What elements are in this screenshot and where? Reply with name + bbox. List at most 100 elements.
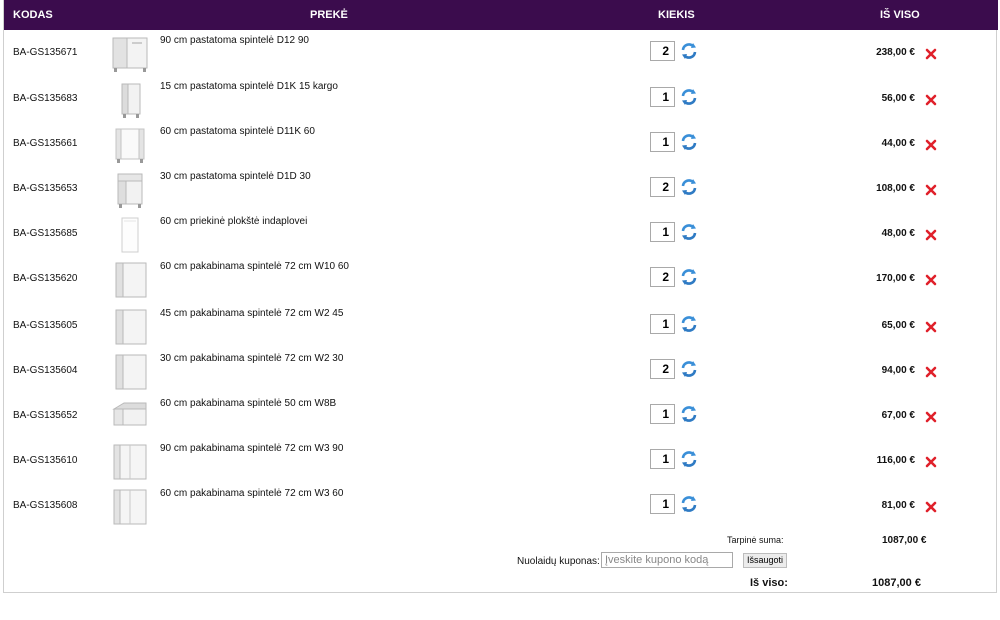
cart-header: KODAS PREKĖ KIEKIS IŠ VISO: [4, 0, 998, 30]
grand-total-value: 1087,00 €: [872, 577, 921, 589]
product-name[interactable]: 60 cm pakabinama spintelė 72 cm W3 60: [160, 488, 343, 499]
quantity-input[interactable]: [650, 404, 675, 424]
refresh-icon[interactable]: [680, 133, 698, 151]
item-code: BA-GS135604: [13, 365, 78, 376]
item-total-price: 108,00 €: [876, 183, 915, 194]
product-thumbnail[interactable]: [110, 215, 150, 255]
item-code: BA-GS135661: [13, 138, 78, 149]
product-name[interactable]: 90 cm pastatoma spintelė D12 90: [160, 35, 309, 46]
quantity-input[interactable]: [650, 222, 675, 242]
refresh-icon[interactable]: [680, 495, 698, 513]
product-thumbnail[interactable]: [110, 80, 150, 120]
cart-row: BA-GS135620 60 cm pakabinama spintelė 72 …: [4, 256, 998, 301]
refresh-icon[interactable]: [680, 405, 698, 423]
quantity-input[interactable]: [650, 177, 675, 197]
remove-icon[interactable]: [925, 138, 937, 151]
column-header-code: KODAS: [13, 9, 53, 21]
cart-row: BA-GS135608 60 cm pakabinama spintelė 72 …: [4, 483, 998, 528]
product-name[interactable]: 45 cm pakabinama spintelė 72 cm W2 45: [160, 308, 343, 319]
product-thumbnail[interactable]: [110, 307, 150, 347]
product-thumbnail[interactable]: [110, 352, 150, 392]
coupon-input[interactable]: [601, 552, 733, 568]
quantity-input[interactable]: [650, 87, 675, 107]
product-thumbnail[interactable]: [110, 260, 150, 300]
refresh-icon[interactable]: [680, 223, 698, 241]
remove-icon[interactable]: [925, 320, 937, 333]
item-total-price: 65,00 €: [881, 320, 915, 331]
subtotal-value: 1087,00 €: [882, 535, 927, 546]
refresh-icon[interactable]: [680, 450, 698, 468]
column-header-quantity: KIEKIS: [658, 9, 695, 21]
product-thumbnail[interactable]: [110, 34, 150, 74]
product-name[interactable]: 60 cm pakabinama spintelė 50 cm W8B: [160, 398, 336, 409]
quantity-input[interactable]: [650, 314, 675, 334]
quantity-input[interactable]: [650, 449, 675, 469]
remove-icon[interactable]: [925, 228, 937, 241]
product-name[interactable]: 60 cm pastatoma spintelė D11K 60: [160, 126, 315, 137]
remove-icon[interactable]: [925, 365, 937, 378]
remove-icon[interactable]: [925, 273, 937, 286]
product-thumbnail[interactable]: [110, 125, 150, 165]
remove-icon[interactable]: [925, 47, 937, 60]
item-total-price: 81,00 €: [881, 500, 915, 511]
column-header-total: IŠ VISO: [880, 9, 920, 21]
product-name[interactable]: 30 cm pastatoma spintelė D1D 30: [160, 171, 311, 182]
product-name[interactable]: 15 cm pastatoma spintelė D1K 15 kargo: [160, 81, 338, 92]
subtotal-label: Tarpinė suma:: [727, 535, 784, 545]
cart-row: BA-GS135605 45 cm pakabinama spintelė 72 …: [4, 303, 998, 348]
cart-row: BA-GS135685 60 cm priekinė plokštė indapl…: [4, 211, 998, 256]
remove-icon[interactable]: [925, 500, 937, 513]
refresh-icon[interactable]: [680, 315, 698, 333]
item-total-price: 48,00 €: [881, 228, 915, 239]
save-coupon-button[interactable]: Išsaugoti: [743, 553, 788, 568]
item-total-price: 94,00 €: [881, 365, 915, 376]
product-thumbnail[interactable]: [110, 487, 150, 527]
item-total-price: 170,00 €: [876, 273, 915, 284]
item-code: BA-GS135610: [13, 455, 78, 466]
item-code: BA-GS135683: [13, 93, 78, 104]
item-code: BA-GS135653: [13, 183, 78, 194]
item-code: BA-GS135652: [13, 410, 78, 421]
refresh-icon[interactable]: [680, 178, 698, 196]
coupon-label: Nuolaidų kuponas:: [517, 556, 600, 567]
product-thumbnail[interactable]: [110, 170, 150, 210]
cart-row: BA-GS135652 60 cm pakabinama spintelė 50 …: [4, 393, 998, 438]
cart-row: BA-GS135671 90 cm pastatoma spintelė D12 …: [4, 30, 998, 75]
product-name[interactable]: 90 cm pakabinama spintelė 72 cm W3 90: [160, 443, 343, 454]
quantity-input[interactable]: [650, 267, 675, 287]
cart-row: BA-GS135683 15 cm pastatoma spintelė D1K …: [4, 76, 998, 121]
cart-row: BA-GS135661 60 cm pastatoma spintelė D11K…: [4, 121, 998, 166]
remove-icon[interactable]: [925, 183, 937, 196]
cart-row: BA-GS135604 30 cm pakabinama spintelė 72 …: [4, 348, 998, 393]
product-thumbnail[interactable]: [110, 442, 150, 482]
item-total-price: 56,00 €: [881, 93, 915, 104]
quantity-input[interactable]: [650, 494, 675, 514]
column-header-product: PREKĖ: [310, 9, 348, 21]
product-name[interactable]: 60 cm pakabinama spintelė 72 cm W10 60: [160, 261, 349, 272]
quantity-input[interactable]: [650, 359, 675, 379]
item-total-price: 238,00 €: [876, 47, 915, 58]
refresh-icon[interactable]: [680, 88, 698, 106]
item-code: BA-GS135671: [13, 47, 78, 58]
item-total-price: 67,00 €: [881, 410, 915, 421]
remove-icon[interactable]: [925, 410, 937, 423]
refresh-icon[interactable]: [680, 42, 698, 60]
refresh-icon[interactable]: [680, 360, 698, 378]
item-total-price: 116,00 €: [876, 455, 915, 466]
quantity-input[interactable]: [650, 132, 675, 152]
refresh-icon[interactable]: [680, 268, 698, 286]
product-thumbnail[interactable]: [110, 397, 150, 437]
item-code: BA-GS135620: [13, 273, 78, 284]
quantity-input[interactable]: [650, 41, 675, 61]
remove-icon[interactable]: [925, 455, 937, 468]
product-name[interactable]: 60 cm priekinė plokštė indaplovei: [160, 216, 307, 227]
item-code: BA-GS135605: [13, 320, 78, 331]
cart-row: BA-GS135653 30 cm pastatoma spintelė D1D …: [4, 166, 998, 211]
shopping-cart: KODAS PREKĖ KIEKIS IŠ VISO BA-GS135671 90…: [3, 0, 998, 593]
item-code: BA-GS135685: [13, 228, 78, 239]
grand-total-label: Iš viso:: [750, 577, 788, 589]
item-code: BA-GS135608: [13, 500, 78, 511]
remove-icon[interactable]: [925, 93, 937, 106]
item-total-price: 44,00 €: [881, 138, 915, 149]
product-name[interactable]: 30 cm pakabinama spintelė 72 cm W2 30: [160, 353, 343, 364]
